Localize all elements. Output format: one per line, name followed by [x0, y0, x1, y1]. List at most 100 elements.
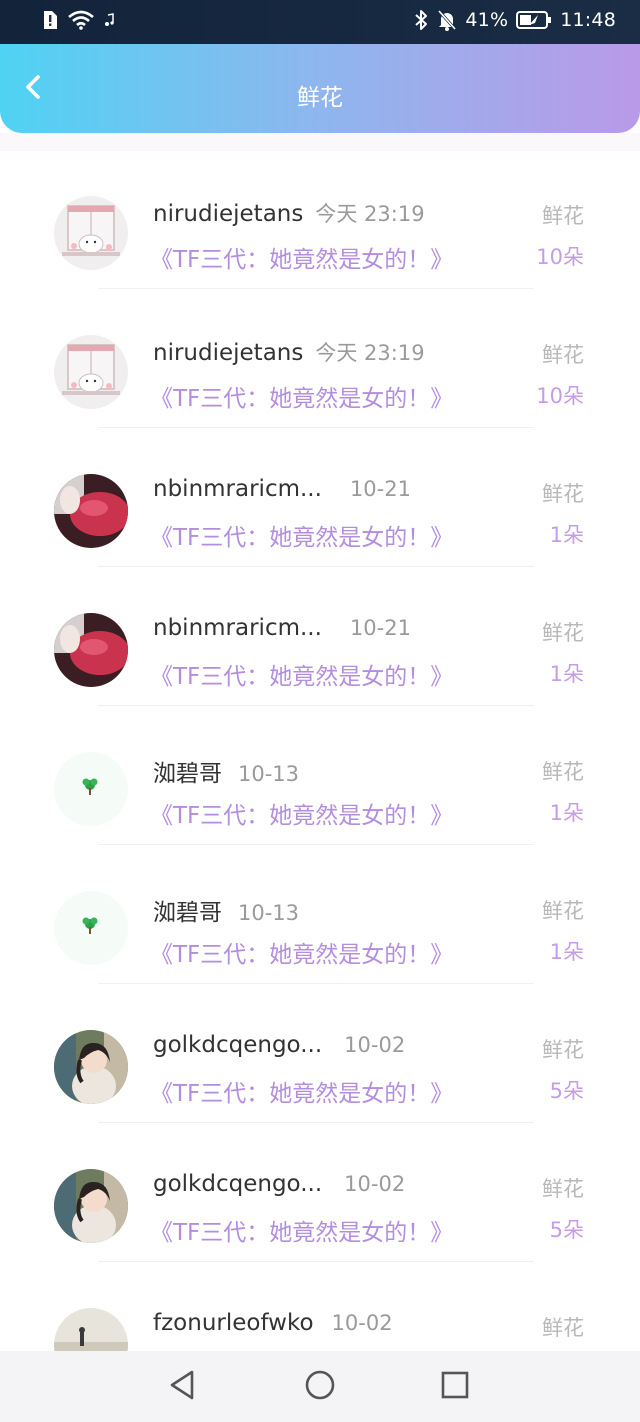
- avatar[interactable]: [54, 613, 128, 687]
- row-divider: [98, 427, 534, 428]
- battery-icon: [516, 10, 552, 30]
- gift-type: 鲜花: [542, 482, 584, 506]
- book-title-link[interactable]: 《TF三代：她竟然是女的！》: [150, 240, 453, 274]
- user-name: nirudiejetans 今天 23:19: [153, 337, 425, 367]
- gift-type: 鲜花: [542, 621, 584, 645]
- user-name-text: nbinmraricm...: [153, 615, 322, 641]
- avatar[interactable]: [54, 335, 128, 409]
- gift-count: 1朵: [549, 662, 584, 686]
- gift-type: 鲜花: [542, 1316, 584, 1340]
- user-name: fzonurleofwko 10-02: [153, 1310, 393, 1336]
- book-title-link[interactable]: 《TF三代：她竟然是女的！》: [150, 657, 453, 691]
- timestamp: 10-02: [344, 1033, 406, 1057]
- gift-count: 1朵: [549, 523, 584, 547]
- user-name: golkdcqengo... 10-02: [153, 1032, 405, 1058]
- timestamp: 10-13: [238, 762, 300, 786]
- row-divider: [98, 983, 534, 984]
- wifi-icon: [68, 10, 94, 30]
- timestamp: 今天 23:19: [315, 202, 425, 226]
- user-name: 洳碧哥 10-13: [153, 893, 299, 927]
- nav-home-button[interactable]: [302, 1369, 338, 1405]
- user-name-text: fzonurleofwko: [153, 1310, 314, 1336]
- timestamp: 10-02: [344, 1172, 406, 1196]
- user-name-text: nirudiejetans: [153, 201, 304, 227]
- timestamp: 今天 23:19: [315, 341, 425, 365]
- music-note-icon: [104, 13, 114, 27]
- status-bar: 41% 11:48: [0, 0, 640, 44]
- user-name: nbinmraricm... 10-21: [153, 476, 411, 502]
- avatar[interactable]: [54, 891, 128, 965]
- avatar[interactable]: [54, 474, 128, 548]
- recents-square-icon: [440, 1370, 470, 1404]
- avatar[interactable]: [54, 1169, 128, 1243]
- avatar[interactable]: [54, 752, 128, 826]
- book-title-link[interactable]: 《TF三代：她竟然是女的！》: [150, 518, 453, 552]
- status-left-icons: [42, 10, 114, 30]
- book-title-link[interactable]: 《TF三代：她竟然是女的！》: [150, 1213, 453, 1247]
- gift-count: 5朵: [549, 1218, 584, 1242]
- gift-type: 鲜花: [542, 899, 584, 923]
- status-right-icons: 41% 11:48: [413, 9, 616, 31]
- book-title-link[interactable]: 《TF三代：她竟然是女的！》: [150, 796, 453, 830]
- back-triangle-icon: [168, 1369, 196, 1405]
- user-name-text: 洳碧哥: [153, 900, 222, 926]
- home-circle-icon: [304, 1369, 336, 1405]
- row-divider: [98, 705, 534, 706]
- bluetooth-icon: [413, 9, 429, 31]
- list-item[interactable]: nbinmraricm... 10-21 《TF三代：她竟然是女的！》 鲜花 1朵: [0, 429, 640, 568]
- user-name-text: golkdcqengo...: [153, 1171, 323, 1197]
- flower-gift-list[interactable]: nirudiejetans 今天 23:19 《TF三代：她竟然是女的！》 鲜花 …: [0, 151, 640, 1351]
- gift-count: 10朵: [536, 245, 584, 269]
- timestamp: 10-13: [238, 901, 300, 925]
- battery-percent: 41%: [465, 9, 509, 31]
- list-item[interactable]: nirudiejetans 今天 23:19 《TF三代：她竟然是女的！》 鲜花 …: [0, 151, 640, 290]
- page-title: 鲜花: [297, 85, 343, 111]
- avatar[interactable]: [54, 196, 128, 270]
- gift-count: 1朵: [549, 940, 584, 964]
- list-item[interactable]: 洳碧哥 10-13 《TF三代：她竟然是女的！》 鲜花 1朵: [0, 707, 640, 846]
- list-item[interactable]: golkdcqengo... 10-02 《TF三代：她竟然是女的！》 鲜花 5朵: [0, 1124, 640, 1263]
- gift-count: 10朵: [536, 384, 584, 408]
- book-title-link[interactable]: 《TF三代：她竟然是女的！》: [150, 379, 453, 413]
- nav-recents-button[interactable]: [437, 1369, 473, 1405]
- user-name: 洳碧哥 10-13: [153, 754, 299, 788]
- system-nav-bar: [0, 1351, 640, 1422]
- book-title-link[interactable]: 《TF三代：她竟然是女的！》: [150, 935, 453, 969]
- user-name-text: nirudiejetans: [153, 340, 304, 366]
- sim-alert-icon: [42, 10, 58, 30]
- bell-off-icon: [437, 9, 457, 31]
- gift-type: 鲜花: [542, 760, 584, 784]
- gift-count: 1朵: [549, 801, 584, 825]
- nav-back-button[interactable]: [164, 1369, 200, 1405]
- row-divider: [98, 844, 534, 845]
- avatar[interactable]: [54, 1030, 128, 1104]
- clock: 11:48: [560, 9, 616, 31]
- list-item[interactable]: nbinmraricm... 10-21 《TF三代：她竟然是女的！》 鲜花 1朵: [0, 568, 640, 707]
- gift-type: 鲜花: [542, 1177, 584, 1201]
- user-name: nirudiejetans 今天 23:19: [153, 198, 425, 228]
- list-item[interactable]: fzonurleofwko 10-02 鲜花: [0, 1263, 640, 1351]
- book-title-link[interactable]: 《TF三代：她竟然是女的！》: [150, 1074, 453, 1108]
- user-name: nbinmraricm... 10-21: [153, 615, 411, 641]
- list-item[interactable]: golkdcqengo... 10-02 《TF三代：她竟然是女的！》 鲜花 5朵: [0, 985, 640, 1124]
- header-divider: [0, 133, 640, 151]
- timestamp: 10-02: [331, 1311, 393, 1335]
- user-name-text: 洳碧哥: [153, 761, 222, 787]
- gift-count: 5朵: [549, 1079, 584, 1103]
- gift-type: 鲜花: [542, 1038, 584, 1062]
- row-divider: [98, 566, 534, 567]
- user-name: golkdcqengo... 10-02: [153, 1171, 405, 1197]
- avatar[interactable]: [54, 1308, 128, 1351]
- row-divider: [98, 288, 534, 289]
- gift-type: 鲜花: [542, 343, 584, 367]
- gift-type: 鲜花: [542, 204, 584, 228]
- timestamp: 10-21: [349, 616, 411, 640]
- user-name-text: nbinmraricm...: [153, 476, 322, 502]
- row-divider: [98, 1261, 534, 1262]
- list-item[interactable]: 洳碧哥 10-13 《TF三代：她竟然是女的！》 鲜花 1朵: [0, 846, 640, 985]
- timestamp: 10-21: [349, 477, 411, 501]
- list-item[interactable]: nirudiejetans 今天 23:19 《TF三代：她竟然是女的！》 鲜花 …: [0, 290, 640, 429]
- user-name-text: golkdcqengo...: [153, 1032, 323, 1058]
- header-bar: 鲜花: [0, 44, 640, 133]
- row-divider: [98, 1122, 534, 1123]
